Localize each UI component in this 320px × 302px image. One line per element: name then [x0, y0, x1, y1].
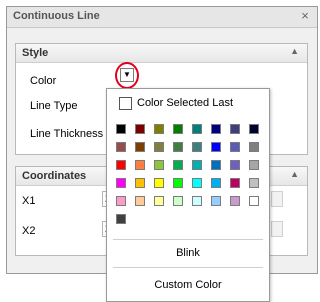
- color-swatch[interactable]: [116, 160, 126, 170]
- divider: [113, 239, 263, 240]
- x1-label: X1: [22, 195, 36, 207]
- color-swatch[interactable]: [230, 196, 240, 206]
- title-bar: Continuous Line ×: [7, 7, 317, 28]
- color-swatch[interactable]: [135, 124, 145, 134]
- color-swatch[interactable]: [173, 160, 183, 170]
- x2-label: X2: [22, 225, 36, 237]
- color-swatch[interactable]: [154, 142, 164, 152]
- color-swatch[interactable]: [211, 160, 221, 170]
- color-swatch[interactable]: [230, 142, 240, 152]
- x2-spin-buttons[interactable]: [271, 221, 283, 237]
- color-swatch[interactable]: [116, 124, 126, 134]
- color-swatch[interactable]: [154, 160, 164, 170]
- color-swatch[interactable]: [135, 196, 145, 206]
- divider: [113, 267, 263, 268]
- collapse-icon[interactable]: ▲: [290, 169, 299, 179]
- color-label: Color: [30, 75, 57, 87]
- collapse-icon[interactable]: ▲: [290, 46, 299, 56]
- color-swatch[interactable]: [249, 196, 259, 206]
- color-selected-last-swatch[interactable]: [119, 97, 132, 110]
- color-swatch[interactable]: [116, 214, 126, 224]
- style-panel-title: Style: [22, 47, 49, 59]
- color-swatch[interactable]: [154, 124, 164, 134]
- color-swatch[interactable]: [192, 160, 202, 170]
- color-swatch[interactable]: [211, 124, 221, 134]
- x1-spin-buttons[interactable]: [271, 191, 283, 207]
- color-swatch[interactable]: [116, 196, 126, 206]
- color-swatch[interactable]: [249, 124, 259, 134]
- color-swatch[interactable]: [211, 142, 221, 152]
- style-panel-header[interactable]: Style ▲: [16, 44, 307, 63]
- line-type-label: Line Type: [30, 100, 78, 112]
- color-swatch[interactable]: [154, 178, 164, 188]
- color-swatch[interactable]: [249, 178, 259, 188]
- color-swatch[interactable]: [192, 124, 202, 134]
- blink-option[interactable]: Blink: [107, 247, 269, 259]
- swatch-grid: [107, 124, 269, 234]
- color-swatch[interactable]: [173, 142, 183, 152]
- color-swatch[interactable]: [173, 196, 183, 206]
- close-icon[interactable]: ×: [297, 8, 313, 24]
- custom-color-option[interactable]: Custom Color: [107, 279, 269, 291]
- color-swatch[interactable]: [135, 142, 145, 152]
- color-swatch[interactable]: [230, 124, 240, 134]
- color-picker-popup: Color Selected Last Blink Custom Color: [106, 88, 270, 302]
- color-swatch[interactable]: [116, 178, 126, 188]
- color-swatch[interactable]: [192, 178, 202, 188]
- color-selected-last-label[interactable]: Color Selected Last: [137, 97, 233, 109]
- color-swatch[interactable]: [173, 124, 183, 134]
- color-swatch[interactable]: [116, 142, 126, 152]
- color-swatch[interactable]: [135, 160, 145, 170]
- color-swatch[interactable]: [230, 160, 240, 170]
- dialog-title: Continuous Line: [13, 10, 100, 22]
- color-swatch[interactable]: [230, 178, 240, 188]
- color-swatch[interactable]: [192, 142, 202, 152]
- color-swatch[interactable]: [192, 196, 202, 206]
- line-thickness-label: Line Thickness: [30, 128, 104, 140]
- color-swatch[interactable]: [173, 178, 183, 188]
- color-swatch[interactable]: [154, 196, 164, 206]
- color-swatch[interactable]: [211, 196, 221, 206]
- coordinates-panel-title: Coordinates: [22, 170, 87, 182]
- color-swatch[interactable]: [249, 160, 259, 170]
- color-swatch[interactable]: [249, 142, 259, 152]
- color-swatch[interactable]: [135, 178, 145, 188]
- highlight-circle: [115, 62, 139, 89]
- color-swatch[interactable]: [211, 178, 221, 188]
